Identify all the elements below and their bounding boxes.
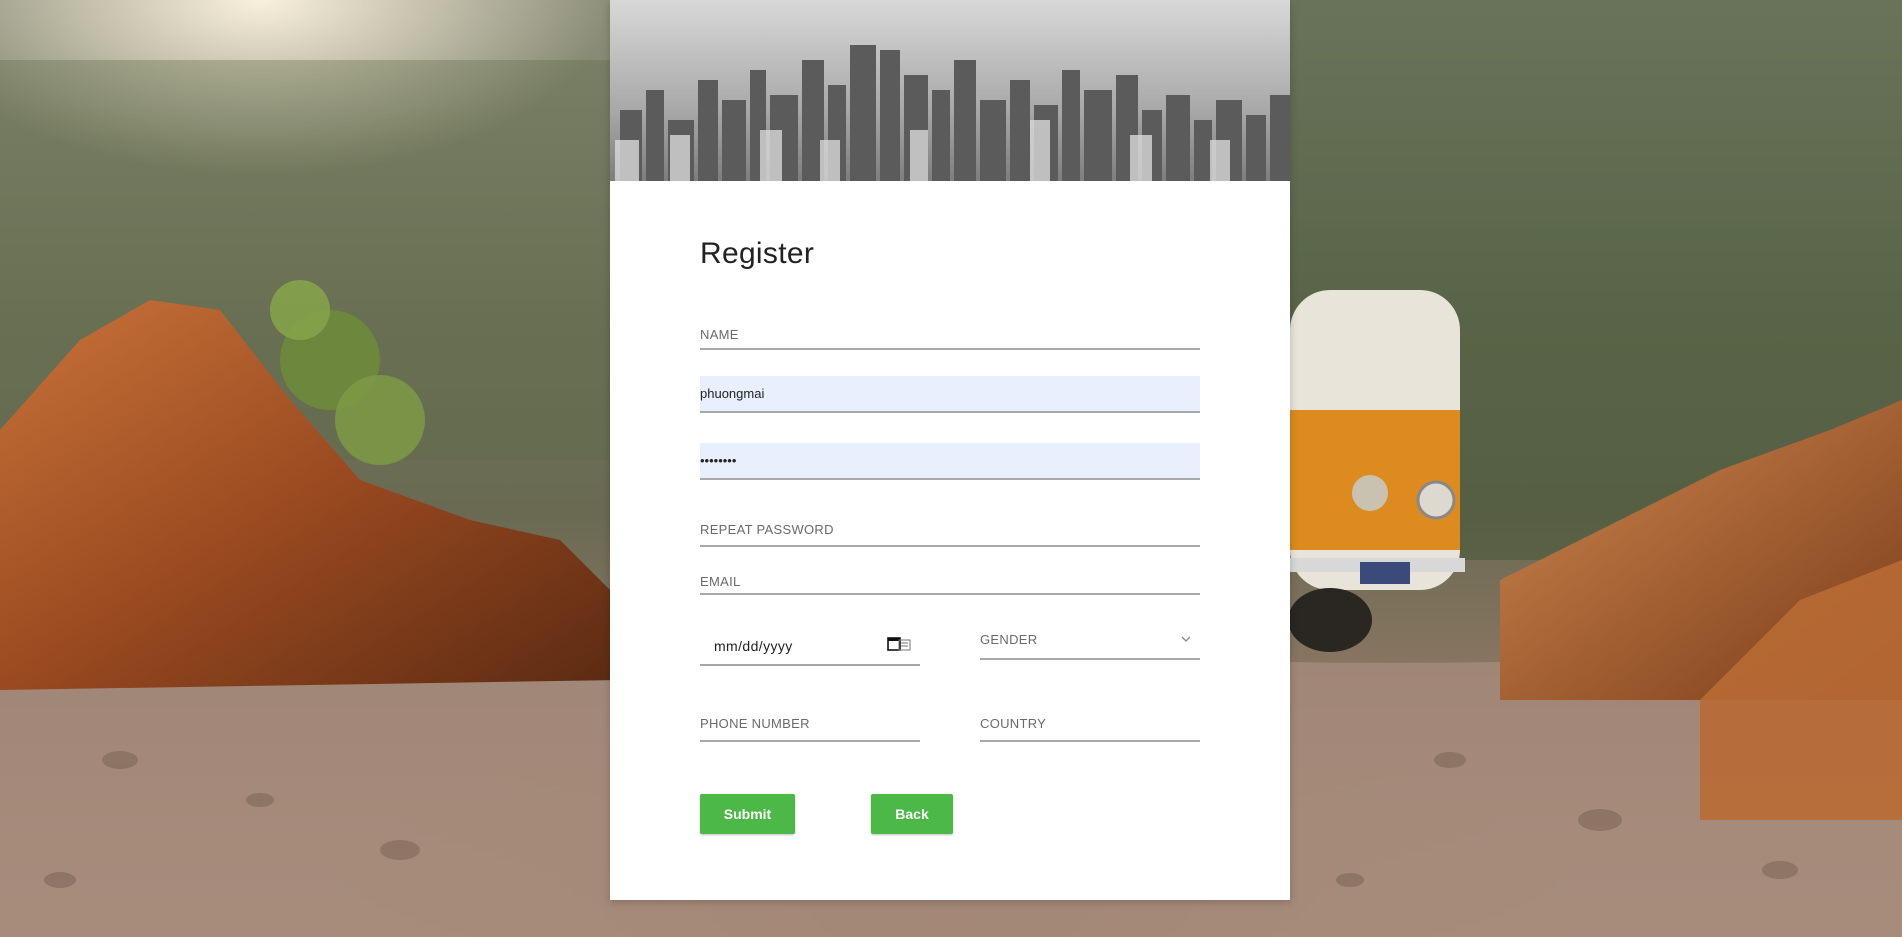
email-input[interactable]: [700, 570, 1200, 595]
page-title: Register: [700, 237, 815, 270]
calendar-icon[interactable]: [887, 636, 911, 652]
birthdate-input[interactable]: mm/dd/yyyy: [700, 624, 920, 666]
back-button[interactable]: Back: [871, 794, 953, 834]
username-input[interactable]: [700, 376, 1200, 413]
chevron-down-icon: [1181, 636, 1191, 642]
register-card: Register mm/dd/yyyy GENDER Submit: [610, 0, 1290, 900]
password-input[interactable]: [700, 443, 1200, 480]
gender-select[interactable]: GENDER: [980, 624, 1200, 660]
phone-number-input[interactable]: [700, 706, 920, 742]
submit-button[interactable]: Submit: [700, 794, 795, 834]
country-input[interactable]: [980, 706, 1200, 742]
repeat-password-input[interactable]: [700, 513, 1200, 547]
date-placeholder: mm/dd/yyyy: [714, 638, 793, 654]
gender-label: GENDER: [980, 632, 1038, 647]
city-banner-image: [610, 0, 1290, 181]
name-input[interactable]: [700, 320, 1200, 350]
